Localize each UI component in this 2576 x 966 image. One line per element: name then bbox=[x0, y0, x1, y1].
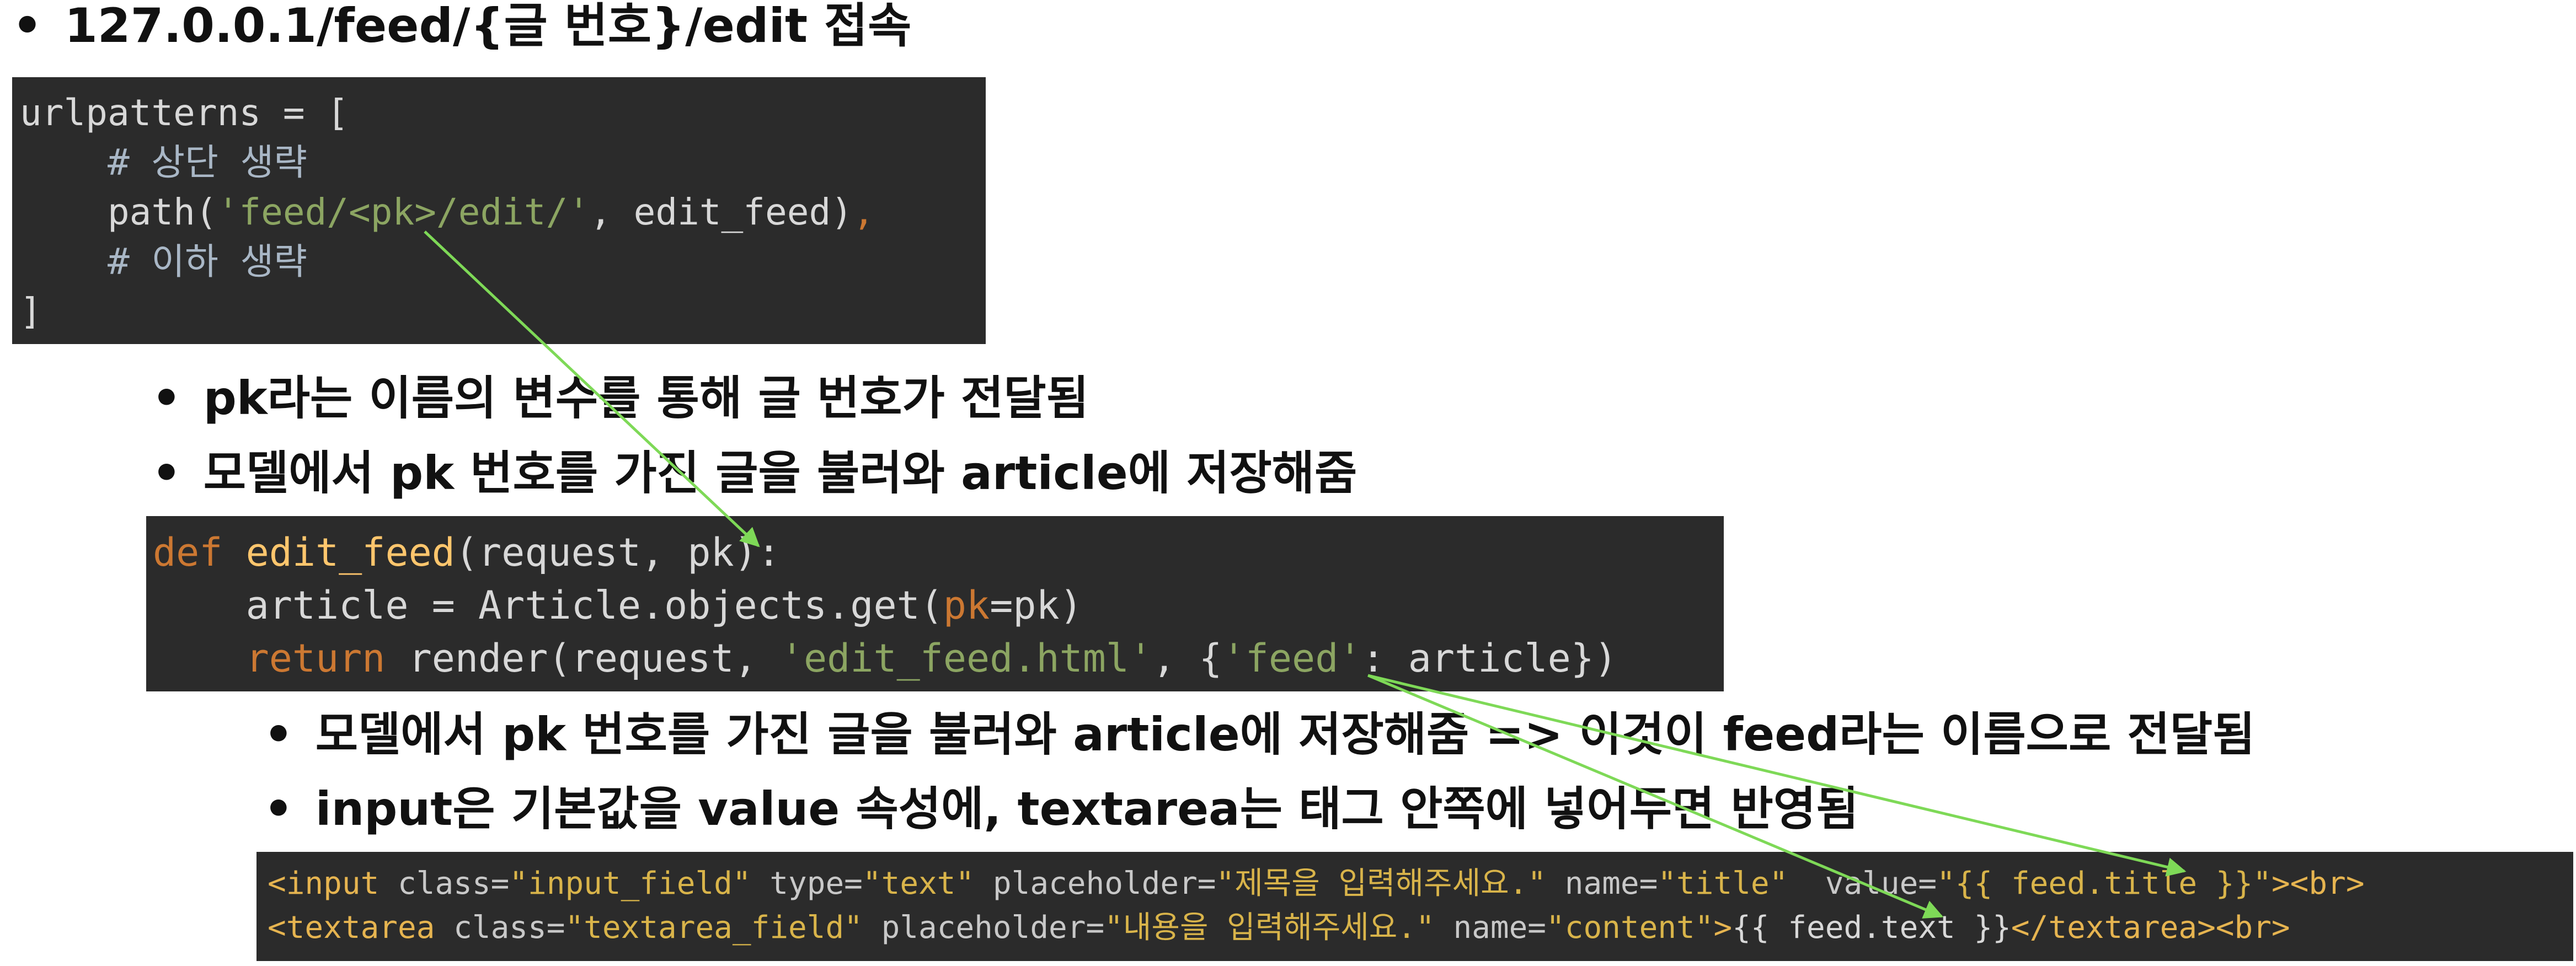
arrow-feed-to-text bbox=[1367, 674, 1944, 919]
arrow-feed-to-title bbox=[1367, 674, 2187, 877]
connector-arrows bbox=[424, 230, 2187, 919]
arrow-pk-to-param bbox=[424, 230, 760, 548]
